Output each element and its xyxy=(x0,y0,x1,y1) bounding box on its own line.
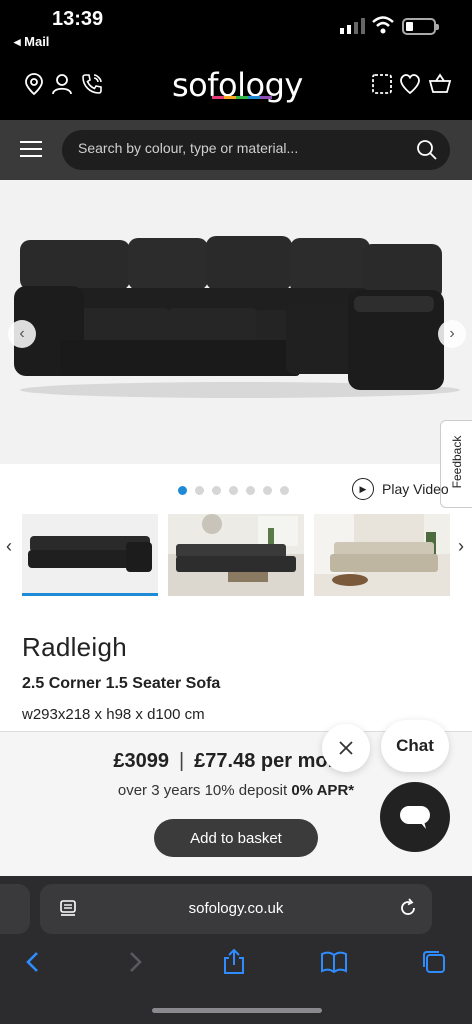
product-name: Radleigh xyxy=(22,632,128,662)
play-icon: ▶ xyxy=(352,478,374,500)
basket-icon[interactable] xyxy=(428,72,452,96)
bookmarks-icon[interactable] xyxy=(320,948,348,976)
gallery-dot[interactable] xyxy=(178,486,187,495)
status-time: 13:39 xyxy=(52,8,104,30)
gallery-dot[interactable] xyxy=(212,486,221,495)
add-to-basket-button[interactable]: Add to basket xyxy=(154,819,318,857)
chat-bubble-icon xyxy=(400,806,430,829)
finance-apr: 0% APR* xyxy=(291,782,355,799)
share-icon[interactable] xyxy=(220,948,248,976)
thumbnail-prev-arrow-icon[interactable]: ‹ xyxy=(6,536,12,557)
thumbnail-3[interactable] xyxy=(314,514,450,596)
hero-next-arrow-icon[interactable]: › xyxy=(438,320,466,348)
cellular-signal-icon xyxy=(340,18,365,34)
price-value: £3099 xyxy=(113,750,169,772)
thumbnail-2[interactable] xyxy=(168,514,304,596)
thumbnail-1[interactable] xyxy=(22,514,158,596)
reload-icon[interactable] xyxy=(398,898,418,918)
gallery-dot[interactable] xyxy=(280,486,289,495)
site-header: sofology xyxy=(0,56,472,120)
gallery-dots[interactable] xyxy=(178,486,289,495)
play-video-button[interactable]: ▶ Play Video xyxy=(352,478,449,500)
back-to-mail-link[interactable]: ◂ Mail xyxy=(14,34,49,50)
url-text: sofology.co.uk xyxy=(188,900,284,917)
browser-toolbar: sofology.co.uk xyxy=(0,876,472,1024)
search-input[interactable] xyxy=(78,140,398,156)
phone-icon[interactable] xyxy=(80,72,104,96)
sofa-image xyxy=(14,236,460,398)
price-separator: | xyxy=(178,750,185,772)
swatch-icon[interactable] xyxy=(370,72,394,96)
gallery-dot[interactable] xyxy=(263,486,272,495)
address-bar[interactable]: sofology.co.uk xyxy=(40,884,432,934)
battery-icon xyxy=(402,18,439,35)
home-indicator xyxy=(152,1008,322,1013)
thumbnail-next-arrow-icon[interactable]: › xyxy=(458,536,464,557)
back-arrow-icon[interactable] xyxy=(20,948,48,976)
status-bar: 13:39 ◂ Mail xyxy=(0,0,472,56)
chat-label-button[interactable]: Chat xyxy=(381,720,449,772)
feedback-label: Feedback xyxy=(450,435,464,489)
thumbnail-strip: ‹ › xyxy=(0,512,472,602)
logo-color-bar xyxy=(212,96,272,99)
close-chat-button[interactable] xyxy=(322,724,370,772)
chat-fab-button[interactable] xyxy=(380,782,450,852)
search-icon[interactable] xyxy=(416,139,438,161)
tabs-icon[interactable] xyxy=(420,948,448,976)
product-subtitle: 2.5 Corner 1.5 Seater Sofa xyxy=(22,675,221,692)
location-pin-icon[interactable] xyxy=(22,72,46,96)
wishlist-heart-icon[interactable] xyxy=(398,72,422,96)
wifi-icon xyxy=(372,16,394,34)
play-video-label: Play Video xyxy=(382,481,449,497)
search-box[interactable] xyxy=(62,130,450,170)
close-icon xyxy=(339,741,353,755)
account-icon[interactable] xyxy=(50,72,74,96)
previous-tab-stub[interactable] xyxy=(0,884,30,934)
finance-prefix: over 3 years 10% deposit xyxy=(117,782,292,799)
forward-arrow-icon[interactable] xyxy=(120,948,148,976)
search-band xyxy=(0,120,472,180)
product-dimensions: w293x218 x h98 x d100 cm xyxy=(22,706,205,723)
gallery-dot[interactable] xyxy=(229,486,238,495)
product-hero-image[interactable]: ‹ › xyxy=(0,180,472,464)
gallery-dot[interactable] xyxy=(195,486,204,495)
gallery-dot[interactable] xyxy=(246,486,255,495)
hero-prev-arrow-icon[interactable]: ‹ xyxy=(8,320,36,348)
menu-hamburger-icon[interactable] xyxy=(20,141,42,159)
